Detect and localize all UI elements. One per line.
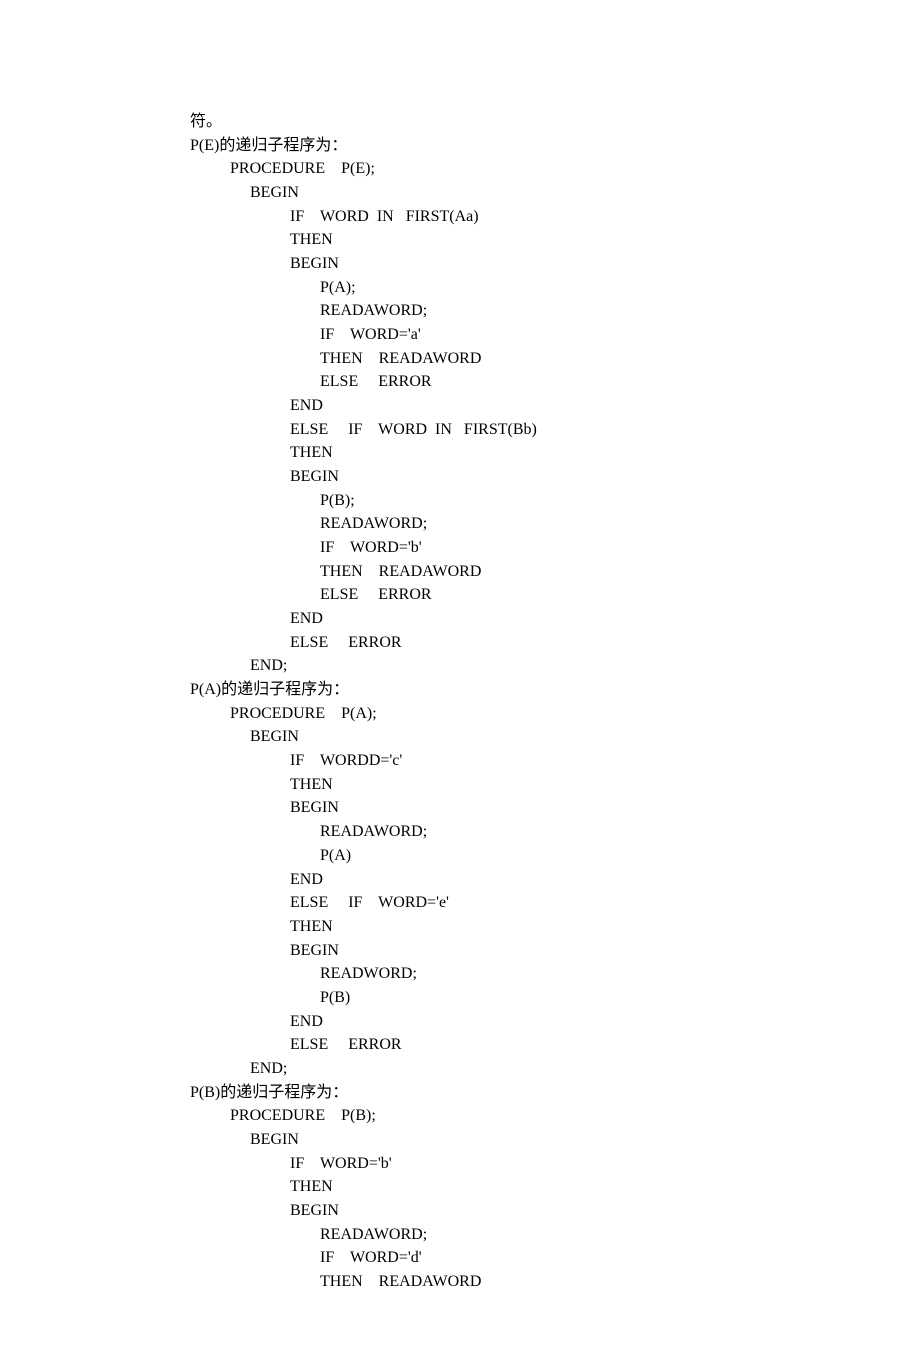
code-line: ELSE ERROR <box>190 583 860 607</box>
code-line: PROCEDURE P(E); <box>190 157 860 181</box>
code-line: P(E)的递归子程序为： <box>190 134 860 158</box>
code-line: PROCEDURE P(A); <box>190 702 860 726</box>
code-line: P(A)的递归子程序为： <box>190 678 860 702</box>
code-line: IF WORD='b' <box>190 1152 860 1176</box>
code-line: P(A) <box>190 844 860 868</box>
code-line: READAWORD; <box>190 1223 860 1247</box>
code-line: THEN READAWORD <box>190 347 860 371</box>
code-line: ELSE IF WORD IN FIRST(Bb) <box>190 418 860 442</box>
code-line: READAWORD; <box>190 820 860 844</box>
code-line: END <box>190 394 860 418</box>
code-line: P(B) <box>190 986 860 1010</box>
code-line: BEGIN <box>190 725 860 749</box>
code-line: P(A); <box>190 276 860 300</box>
code-line: THEN READAWORD <box>190 1270 860 1294</box>
code-line: BEGIN <box>190 181 860 205</box>
code-line: THEN READAWORD <box>190 560 860 584</box>
code-line: ELSE ERROR <box>190 1033 860 1057</box>
code-line: THEN <box>190 228 860 252</box>
code-line: ELSE IF WORD='e' <box>190 891 860 915</box>
code-line: READAWORD; <box>190 299 860 323</box>
code-line: P(B); <box>190 489 860 513</box>
code-line: READWORD; <box>190 962 860 986</box>
code-line: BEGIN <box>190 939 860 963</box>
code-line: THEN <box>190 773 860 797</box>
code-line: READAWORD; <box>190 512 860 536</box>
code-line: THEN <box>190 1175 860 1199</box>
code-line: BEGIN <box>190 796 860 820</box>
code-line: ELSE ERROR <box>190 370 860 394</box>
code-line: THEN <box>190 441 860 465</box>
code-line: IF WORD IN FIRST(Aa) <box>190 205 860 229</box>
code-line: BEGIN <box>190 252 860 276</box>
document-page: 符。P(E)的递归子程序为：PROCEDURE P(E);BEGINIF WOR… <box>0 0 920 1354</box>
code-line: 符。 <box>190 110 860 134</box>
code-line: IF WORD='d' <box>190 1246 860 1270</box>
code-line: IF WORD='a' <box>190 323 860 347</box>
code-line: END <box>190 1010 860 1034</box>
code-line: END <box>190 868 860 892</box>
code-line: IF WORDD='c' <box>190 749 860 773</box>
code-line: END; <box>190 1057 860 1081</box>
code-line: BEGIN <box>190 465 860 489</box>
code-line: END <box>190 607 860 631</box>
code-line: THEN <box>190 915 860 939</box>
code-line: END; <box>190 654 860 678</box>
code-line: IF WORD='b' <box>190 536 860 560</box>
code-line: BEGIN <box>190 1199 860 1223</box>
code-line: P(B)的递归子程序为： <box>190 1081 860 1105</box>
code-line: PROCEDURE P(B); <box>190 1104 860 1128</box>
code-line: BEGIN <box>190 1128 860 1152</box>
code-line: ELSE ERROR <box>190 631 860 655</box>
